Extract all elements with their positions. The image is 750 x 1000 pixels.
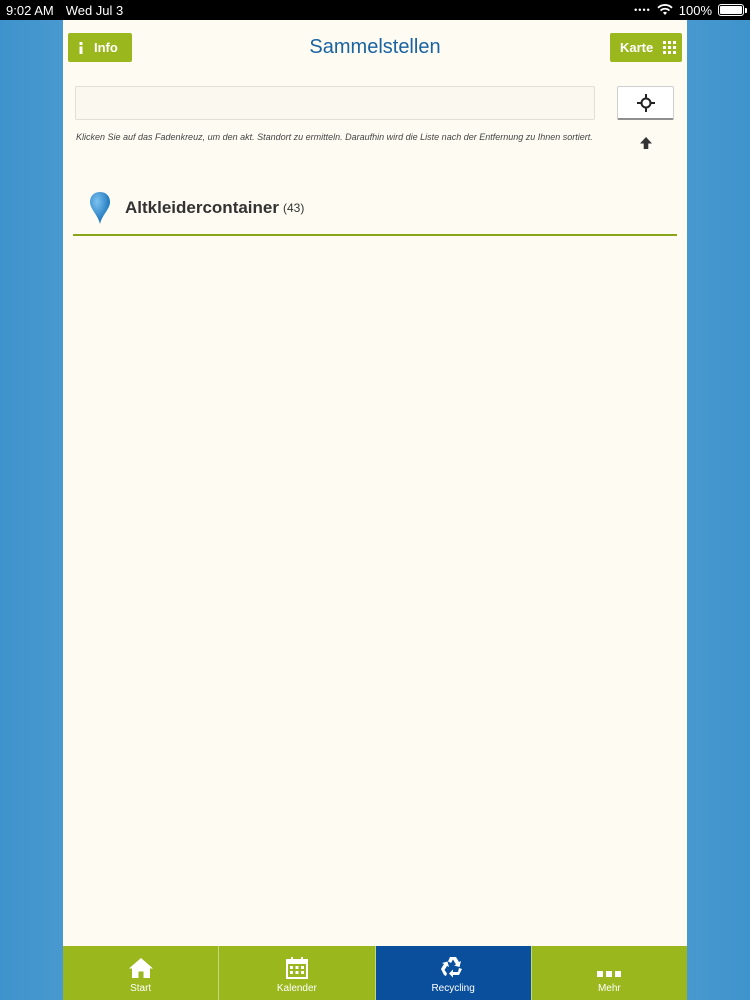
category-label: Altkleidercontainer	[125, 198, 279, 217]
tab-kalender-label: Kalender	[276, 983, 317, 994]
status-bar: 9:02 AM Wed Jul 3 •••• 100%	[0, 0, 750, 20]
tab-mehr[interactable]: Mehr	[532, 946, 687, 1000]
tab-mehr-label: Mehr	[597, 983, 621, 994]
tab-bar: Start Kalender Recycling Mehr	[63, 946, 687, 1000]
battery-percent: 100%	[678, 2, 712, 18]
main-panel: Info Sammelstellen Karte Klicken Sie auf…	[63, 20, 687, 1000]
tab-start-label: Start	[130, 983, 152, 994]
location-hint: Klicken Sie auf das Fadenkreuz, um den a…	[76, 132, 593, 142]
karte-button[interactable]: Karte	[610, 33, 682, 62]
battery-icon	[718, 4, 747, 16]
status-date: Wed Jul 3	[65, 2, 124, 18]
tab-start[interactable]: Start	[63, 946, 220, 1000]
signal-dots-icon: ••••	[634, 5, 651, 15]
category-count: (43)	[283, 201, 305, 215]
recycle-icon	[441, 957, 463, 978]
tab-recycling[interactable]: Recycling	[375, 946, 532, 1000]
page-title: Sammelstellen	[309, 36, 441, 58]
calendar-icon	[285, 957, 308, 979]
karte-button-label: Karte	[620, 40, 654, 55]
more-icon	[597, 971, 622, 977]
crosshair-icon	[636, 93, 655, 112]
map-pin-icon	[90, 192, 110, 224]
tab-recycling-label: Recycling	[431, 983, 475, 994]
locate-button[interactable]	[617, 86, 674, 120]
search-input[interactable]	[75, 86, 595, 120]
header: Info Sammelstellen Karte	[63, 20, 687, 76]
category-row[interactable]: Altkleidercontainer (43)	[73, 182, 677, 236]
arrow-up-icon	[640, 137, 652, 149]
tab-kalender[interactable]: Kalender	[219, 946, 376, 1000]
home-icon	[128, 958, 153, 978]
grid-icon	[663, 41, 677, 54]
wifi-icon	[657, 4, 673, 15]
status-time: 9:02 AM	[6, 2, 54, 18]
